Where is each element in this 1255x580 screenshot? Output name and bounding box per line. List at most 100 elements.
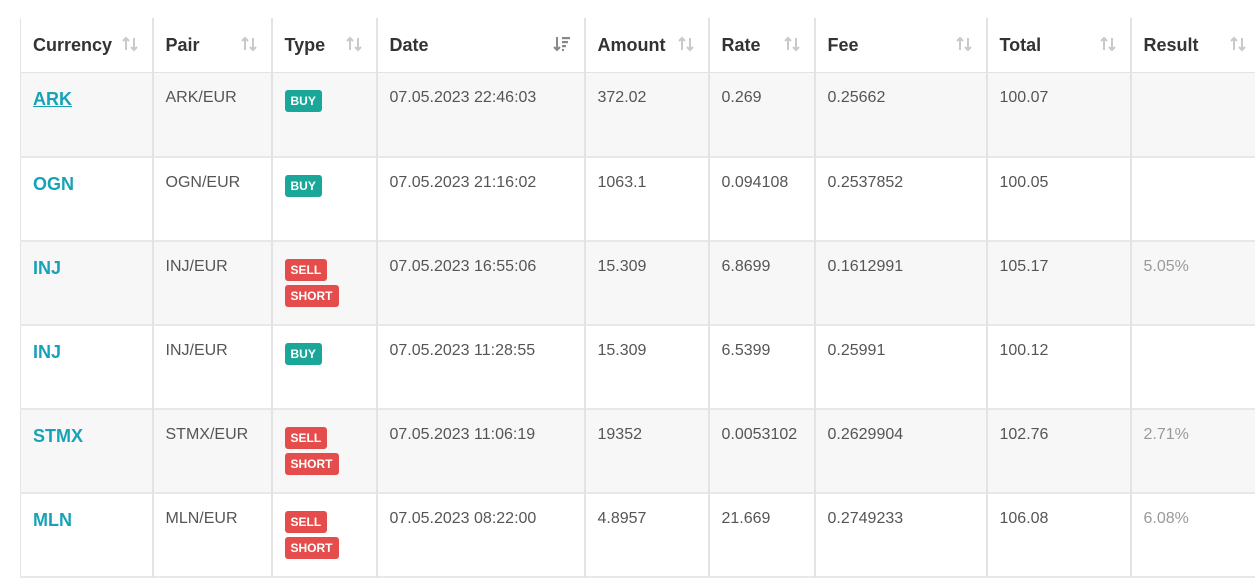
currency-link[interactable]: STMX bbox=[33, 426, 83, 446]
buy-badge: BUY bbox=[284, 174, 322, 197]
sell-badge: SELL bbox=[284, 258, 328, 281]
cell-rate: 6.8699 bbox=[707, 240, 816, 325]
cell-text: 2.71% bbox=[1143, 425, 1189, 443]
cell-text: 0.2629904 bbox=[827, 425, 904, 443]
short-badge: SHORT bbox=[284, 536, 339, 559]
cell-fee: 0.1612991 bbox=[813, 240, 988, 325]
currency-link[interactable]: INJ bbox=[33, 258, 61, 278]
table-body: ARK ARK/EUR BUY 07.05.2023 22:46:03 372.02 0.… bbox=[20, 72, 1255, 577]
currency-link[interactable]: OGN bbox=[33, 174, 74, 194]
type-badges: SELL SHORT bbox=[284, 426, 364, 479]
cell-type: SELL SHORT bbox=[270, 240, 378, 325]
cell-currency: ARK bbox=[20, 72, 154, 157]
currency-link[interactable]: ARK bbox=[33, 89, 72, 109]
cell-text: 0.1612991 bbox=[827, 257, 904, 275]
cell-text: 07.05.2023 08:22:00 bbox=[389, 509, 537, 527]
cell-currency: INJ bbox=[20, 240, 154, 325]
cell-text: 0.269 bbox=[721, 89, 762, 106]
cell-amount: 1063.1 bbox=[583, 156, 710, 241]
sort-updown-icon[interactable] bbox=[239, 34, 259, 56]
sort-updown-icon[interactable] bbox=[1098, 34, 1118, 56]
column-header-pair[interactable]: Pair bbox=[151, 18, 273, 73]
column-header-label: Result bbox=[1143, 34, 1199, 55]
cell-text: 0.2749233 bbox=[827, 509, 904, 527]
column-header-label: Rate bbox=[721, 34, 761, 55]
cell-result: 2.71% bbox=[1129, 408, 1255, 493]
cell-text: 6.08% bbox=[1143, 509, 1189, 527]
cell-fee: 0.2629904 bbox=[813, 408, 988, 493]
sort-updown-icon[interactable] bbox=[344, 34, 364, 56]
type-badges: SELL SHORT bbox=[284, 258, 364, 311]
cell-date: 07.05.2023 22:46:03 bbox=[375, 72, 586, 157]
cell-text: 6.8699 bbox=[721, 257, 771, 275]
cell-date: 07.05.2023 11:28:55 bbox=[375, 324, 586, 409]
cell-type: BUY bbox=[270, 324, 378, 409]
sort-updown-icon[interactable] bbox=[120, 34, 140, 56]
column-header-total[interactable]: Total bbox=[985, 18, 1132, 73]
column-header-amount[interactable]: Amount bbox=[583, 18, 710, 73]
sort-desc-icon[interactable] bbox=[552, 34, 572, 56]
column-header-type[interactable]: Type bbox=[270, 18, 378, 73]
table-row: OGN OGN/EUR BUY 07.05.2023 21:16:02 1063.1 0.… bbox=[20, 156, 1255, 241]
sort-updown-icon[interactable] bbox=[782, 34, 802, 56]
cell-text: 0.25662 bbox=[827, 89, 886, 106]
cell-text: 0.0053102 bbox=[721, 425, 798, 443]
column-header-fee[interactable]: Fee bbox=[813, 18, 988, 73]
sort-updown-icon[interactable] bbox=[676, 34, 696, 56]
column-header-label: Pair bbox=[165, 34, 200, 55]
cell-total: 105.17 bbox=[985, 240, 1132, 325]
cell-text: MLN/EUR bbox=[165, 509, 238, 527]
cell-text: 6.5399 bbox=[721, 341, 771, 359]
table-row: ARK ARK/EUR BUY 07.05.2023 22:46:03 372.02 0.… bbox=[20, 72, 1255, 157]
cell-text: 4.8957 bbox=[597, 509, 647, 527]
sell-badge: SELL bbox=[284, 510, 328, 533]
cell-type: BUY bbox=[270, 72, 378, 157]
cell-total: 100.07 bbox=[985, 72, 1132, 157]
cell-text: STMX/EUR bbox=[165, 425, 249, 443]
cell-text: 106.08 bbox=[999, 509, 1049, 527]
cell-amount: 372.02 bbox=[583, 72, 710, 157]
cell-pair: ARK/EUR bbox=[151, 72, 273, 157]
cell-text: 0.2537852 bbox=[827, 173, 904, 191]
buy-badge: BUY bbox=[284, 342, 322, 365]
cell-currency: INJ bbox=[20, 324, 154, 409]
cell-text: 07.05.2023 11:06:19 bbox=[389, 425, 536, 443]
cell-text: 19352 bbox=[597, 425, 643, 443]
type-badges: BUY bbox=[284, 342, 364, 369]
sort-updown-icon[interactable] bbox=[954, 34, 974, 56]
column-header-label: Date bbox=[389, 34, 429, 55]
cell-text: 0.25991 bbox=[827, 341, 886, 359]
column-header-label: Amount bbox=[597, 34, 666, 55]
column-header-label: Total bbox=[999, 34, 1042, 55]
cell-text: 21.669 bbox=[721, 509, 771, 527]
trades-table-wrapper: Currency Pair Type Date Amount Rate Fee Total Re… bbox=[20, 18, 1255, 578]
cell-fee: 0.2537852 bbox=[813, 156, 988, 241]
cell-fee: 0.25991 bbox=[813, 324, 988, 409]
cell-result: 6.08% bbox=[1129, 492, 1255, 577]
column-header-result[interactable]: Result bbox=[1129, 18, 1255, 73]
cell-text: 07.05.2023 22:46:03 bbox=[389, 89, 537, 106]
cell-date: 07.05.2023 11:06:19 bbox=[375, 408, 586, 493]
cell-total: 106.08 bbox=[985, 492, 1132, 577]
column-header-date[interactable]: Date bbox=[375, 18, 586, 73]
currency-link[interactable]: MLN bbox=[33, 510, 72, 530]
sort-updown-icon[interactable] bbox=[1228, 34, 1248, 56]
table-header-row: Currency Pair Type Date Amount Rate Fee Total Re… bbox=[20, 18, 1255, 73]
cell-text: 102.76 bbox=[999, 425, 1049, 443]
short-badge: SHORT bbox=[284, 452, 339, 475]
cell-rate: 0.269 bbox=[707, 72, 816, 157]
cell-pair: OGN/EUR bbox=[151, 156, 273, 241]
cell-type: SELL SHORT bbox=[270, 408, 378, 493]
column-header-rate[interactable]: Rate bbox=[707, 18, 816, 73]
type-badges: BUY bbox=[284, 174, 364, 201]
type-badges: SELL SHORT bbox=[284, 510, 364, 563]
currency-link[interactable]: INJ bbox=[33, 342, 61, 362]
cell-text: 100.12 bbox=[999, 341, 1049, 359]
cell-text: 100.05 bbox=[999, 173, 1049, 191]
cell-text: 0.094108 bbox=[721, 173, 789, 191]
column-header-currency[interactable]: Currency bbox=[20, 18, 154, 73]
buy-badge: BUY bbox=[284, 90, 322, 112]
cell-total: 100.12 bbox=[985, 324, 1132, 409]
cell-pair: INJ/EUR bbox=[151, 240, 273, 325]
cell-date: 07.05.2023 21:16:02 bbox=[375, 156, 586, 241]
